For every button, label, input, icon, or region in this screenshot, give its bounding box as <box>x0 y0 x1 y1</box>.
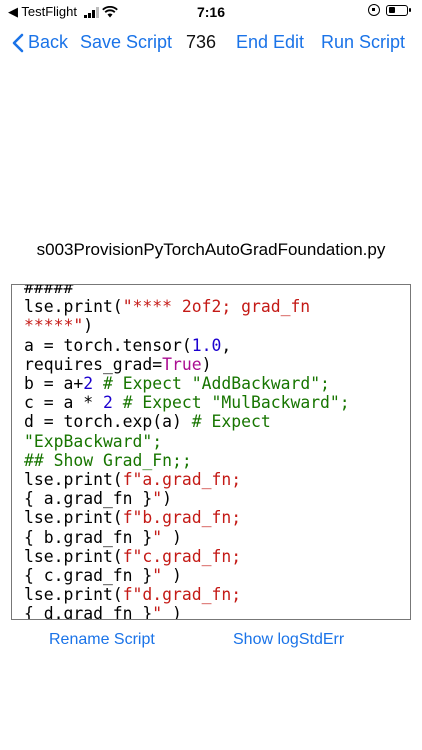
code-token: a = torch.tensor( <box>24 335 192 355</box>
code-token: ) <box>83 316 94 336</box>
character-count: 736 <box>186 32 217 52</box>
code-token: lse.print( <box>24 546 123 566</box>
back-button[interactable]: Back <box>12 32 68 53</box>
code-token: { d.grad_fn } <box>24 604 153 620</box>
code-token: f"b.grad_fn; <box>122 508 242 528</box>
code-token: f"d.grad_fn; <box>122 585 242 605</box>
status-time: 7:16 <box>196 4 226 20</box>
script-filename: s003ProvisionPyTorchAutoGradFoundation.p… <box>36 240 386 259</box>
code-token: True <box>162 354 202 374</box>
code-token: " <box>152 566 163 586</box>
code-text[interactable]: ##### lse.print("**** 2of2; grad_fn ****… <box>24 284 350 620</box>
code-token: 2 <box>83 374 94 394</box>
code-token: f"c.grad_fn; <box>122 546 242 566</box>
code-token: " <box>152 489 163 509</box>
code-token: 2 <box>102 393 113 413</box>
code-token: requires_grad= <box>24 354 163 374</box>
code-token: " <box>152 604 163 620</box>
code-token: { a.grad_fn } <box>24 489 153 509</box>
end-edit-button[interactable]: End Edit <box>236 32 304 53</box>
run-script-button[interactable]: Run Script <box>321 32 405 53</box>
status-bar: ◀ TestFlight 7:16 <box>0 0 422 24</box>
code-token: , <box>221 335 232 355</box>
code-token: ) <box>162 527 182 547</box>
battery-icon <box>386 4 411 16</box>
save-script-button[interactable]: Save Script <box>80 32 172 53</box>
code-token: # Expect "AddBackward"; <box>93 374 330 394</box>
code-token: f"a.grad_fn; <box>122 470 242 490</box>
code-token: 1.0 <box>191 335 222 355</box>
code-token: lse.print( <box>24 297 123 317</box>
code-token: ##### <box>24 284 74 297</box>
code-token: lse.print( <box>24 508 123 528</box>
code-token: # Expect <box>191 412 271 432</box>
chevron-left-icon <box>12 33 24 52</box>
code-token: { b.grad_fn } <box>24 527 153 547</box>
code-token: d = torch.exp(a) <box>24 412 192 432</box>
status-right <box>368 4 411 16</box>
code-token: ) <box>162 604 182 620</box>
back-label: Back <box>28 32 69 52</box>
code-token: lse.print( <box>24 585 123 605</box>
code-token: "ExpBackward"; <box>24 431 163 451</box>
battery-level <box>388 7 395 13</box>
rename-script-button[interactable]: Rename Script <box>49 631 155 649</box>
navigation-bar: Back Save Script 736 End Edit Run Script <box>0 32 422 58</box>
code-token: # Expect "MulBackward"; <box>112 393 350 413</box>
code-token: *****" <box>24 316 84 336</box>
code-editor[interactable]: ##### lse.print("**** 2of2; grad_fn ****… <box>11 284 411 620</box>
code-token: ) <box>162 566 182 586</box>
code-token: lse.print( <box>24 470 123 490</box>
code-token: ) <box>162 489 173 509</box>
code-token: "**** 2of2; grad_fn <box>122 297 311 317</box>
show-logstderr-button[interactable]: Show logStdErr <box>233 631 344 649</box>
code-token: b = a+ <box>24 374 84 394</box>
code-token: " <box>152 527 163 547</box>
code-token: { c.grad_fn } <box>24 566 153 586</box>
code-token: ) <box>201 354 212 374</box>
code-token: c = a * <box>24 393 103 413</box>
code-token: ## Show Grad_Fn;; <box>24 450 192 470</box>
orientation-lock-icon <box>368 4 380 16</box>
